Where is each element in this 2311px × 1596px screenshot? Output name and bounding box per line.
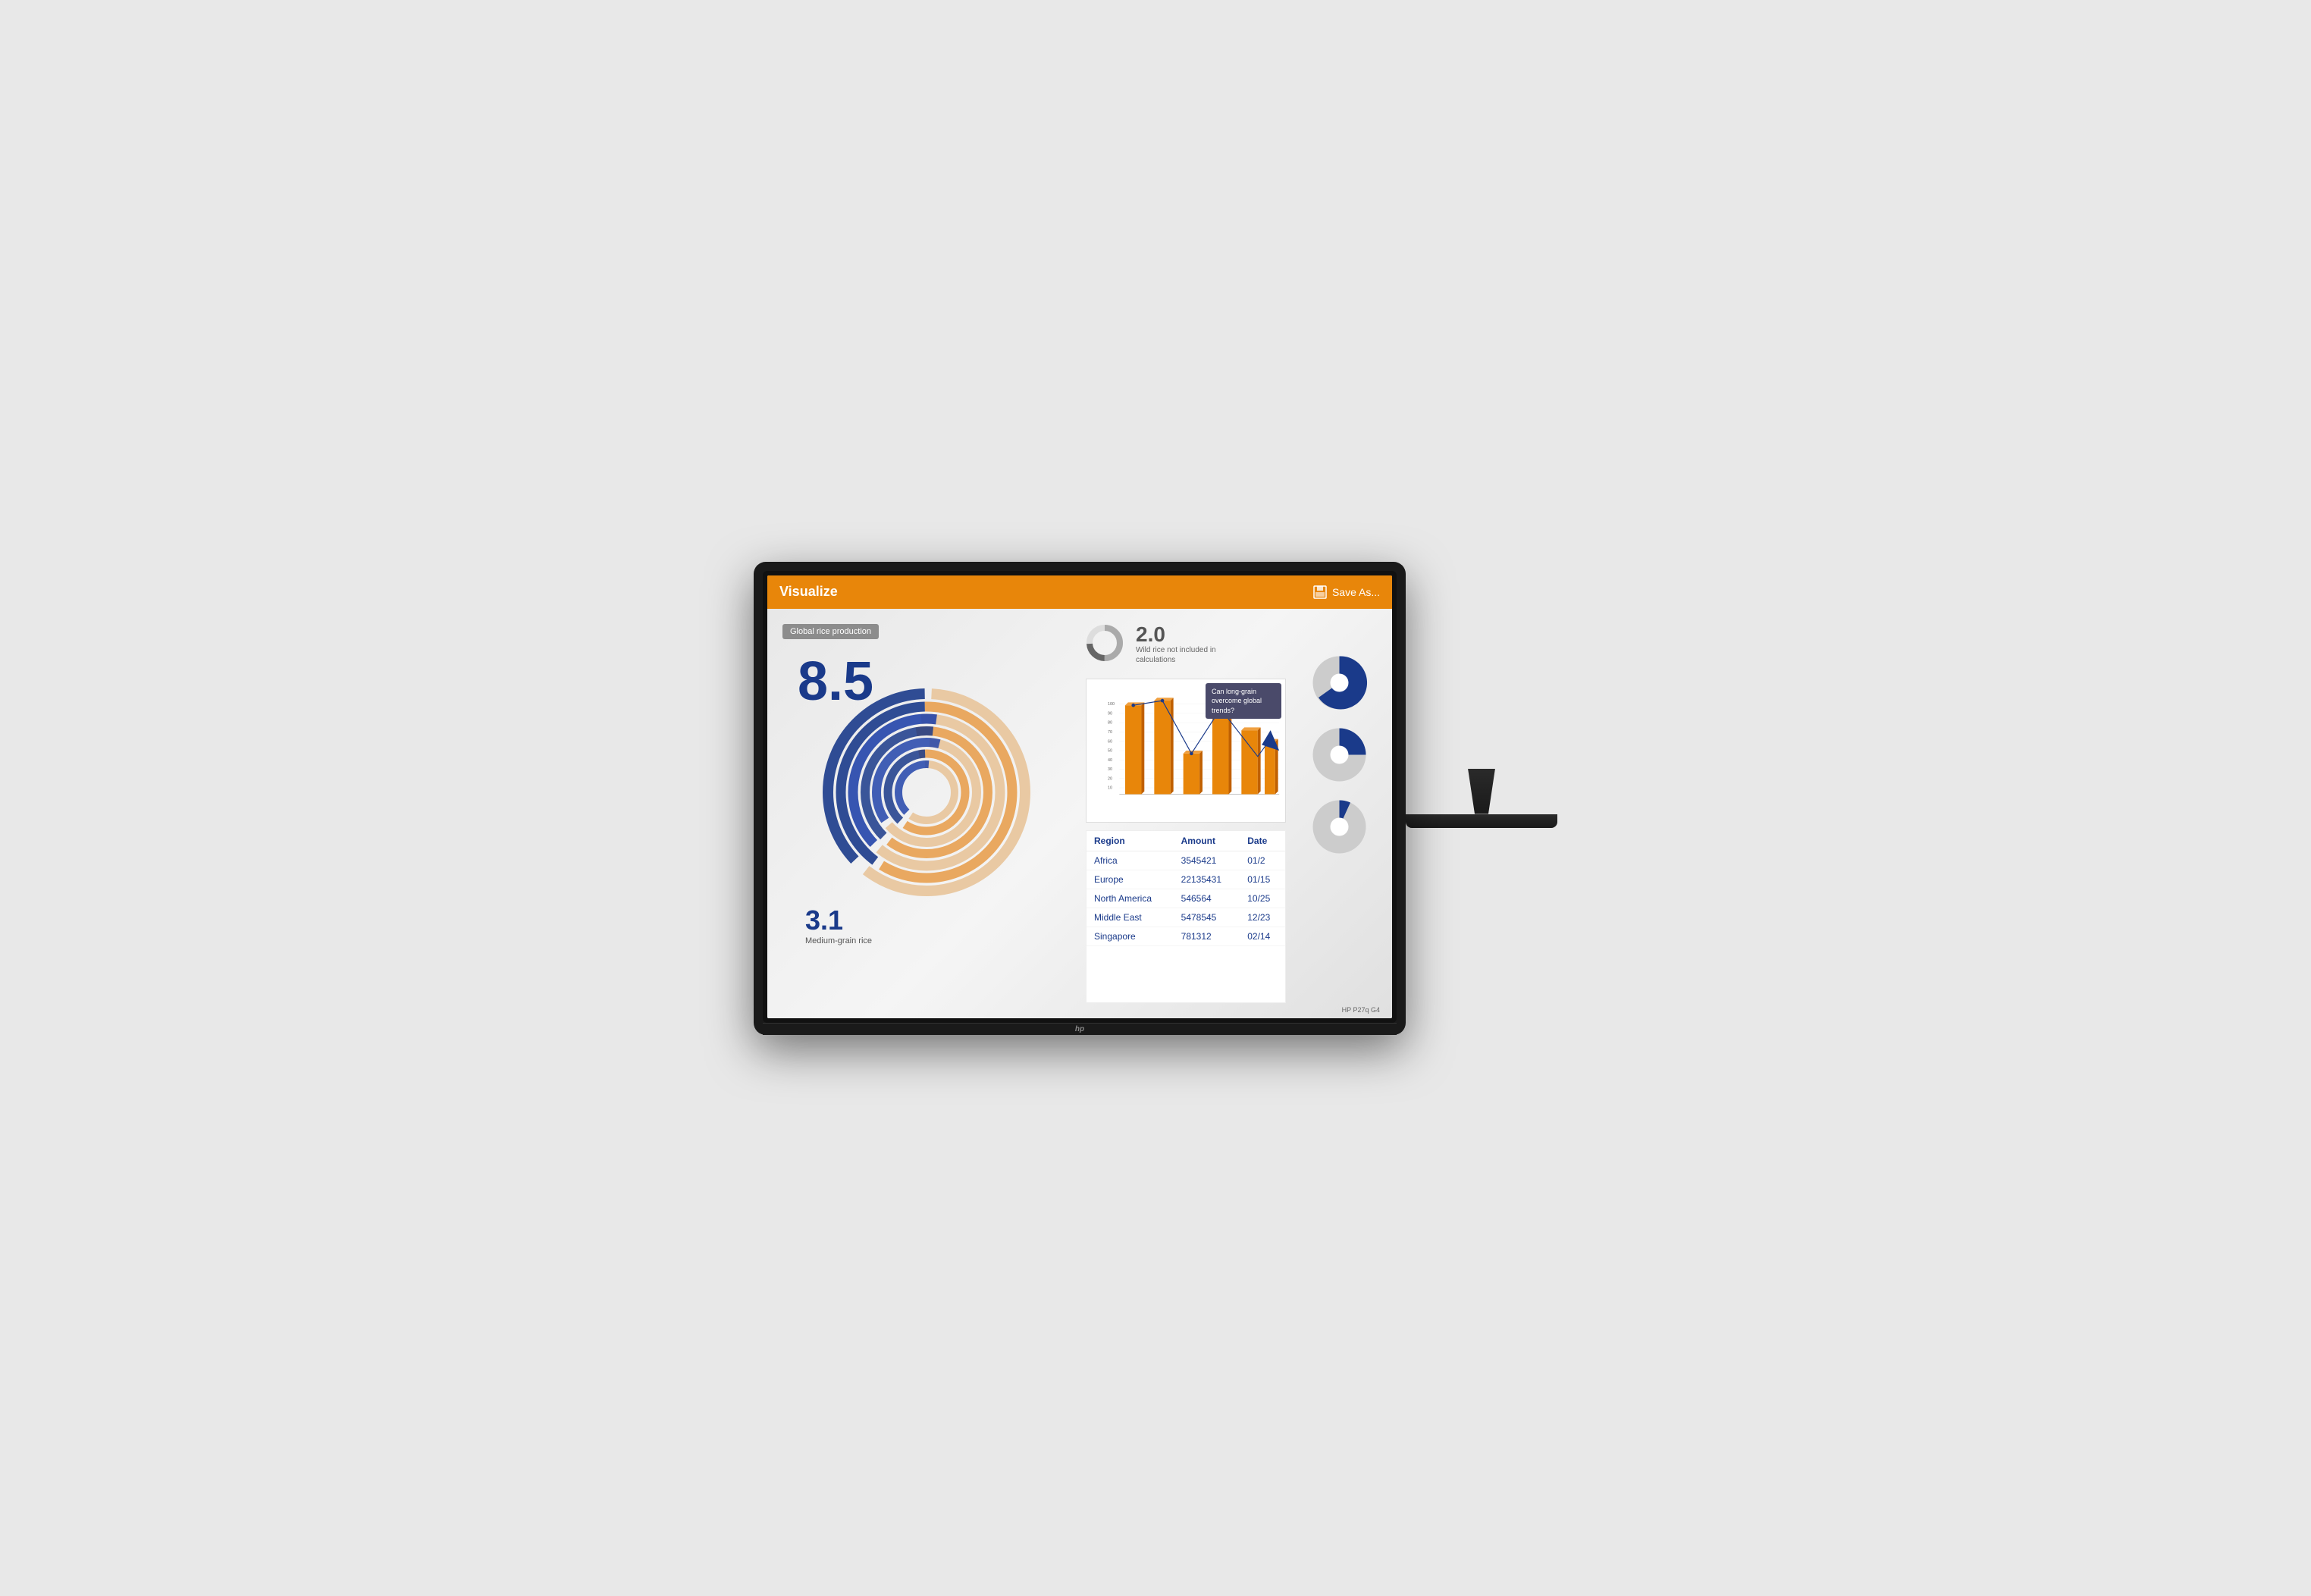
table-cell-amount: 781312 (1174, 927, 1240, 945)
small-number-31: 3.1 (805, 905, 1071, 936)
app-title: Visualize (779, 584, 838, 600)
table-header-date: Date (1240, 831, 1285, 851)
svg-text:60: 60 (1108, 739, 1112, 744)
save-icon (1312, 585, 1328, 600)
table-cell-region: Middle East (1087, 908, 1174, 927)
table-header-amount: Amount (1174, 831, 1240, 851)
donut-chart (820, 686, 1033, 898)
bar-chart-container: Can long-grain overcome global trends? 1… (1086, 679, 1286, 823)
screen: Visualize Save As... Global rice product… (767, 575, 1392, 1018)
svg-text:20: 20 (1108, 776, 1112, 781)
pie-chart-1 (1311, 654, 1368, 711)
svg-text:80: 80 (1108, 720, 1112, 725)
monitor-bottom-bezel: hp (763, 1023, 1397, 1035)
table-cell-region: Singapore (1087, 927, 1174, 945)
data-table: Region Amount Date Africa354542101/2Euro… (1086, 830, 1286, 1003)
kpi-text: 2.0 Wild rice not included in calculatio… (1136, 624, 1227, 665)
svg-text:30: 30 (1108, 767, 1112, 772)
table-cell-amount: 3545421 (1174, 851, 1240, 870)
table-row: Africa354542101/2 (1087, 851, 1285, 870)
pie-chart-3 (1311, 798, 1368, 855)
pie-chart-2 (1311, 726, 1368, 783)
chart-tooltip: Can long-grain overcome global trends? (1206, 683, 1281, 720)
save-as-button[interactable]: Save As... (1312, 585, 1380, 600)
table-row: Europe2213543101/15 (1087, 870, 1285, 889)
kpi-donut-chart (1086, 624, 1124, 662)
left-panel: Global rice production 8.5 (782, 624, 1071, 1003)
monitor: Visualize Save As... Global rice product… (754, 562, 1406, 1035)
right-panel: 2.0 Wild rice not included in calculatio… (1086, 624, 1286, 1003)
save-as-label: Save As... (1332, 586, 1380, 598)
table-cell-date: 12/23 (1240, 908, 1285, 927)
table-row: Middle East547854512/23 (1087, 908, 1285, 927)
table-cell-amount: 5478545 (1174, 908, 1240, 927)
table-header-region: Region (1087, 831, 1174, 851)
screen-bezel: Visualize Save As... Global rice product… (763, 571, 1397, 1023)
medium-grain-label: Medium-grain rice (805, 936, 1071, 945)
app-header: Visualize Save As... (767, 575, 1392, 609)
content-area: Global rice production 8.5 (767, 609, 1392, 1018)
table-cell-date: 02/14 (1240, 927, 1285, 945)
kpi-row: 2.0 Wild rice not included in calculatio… (1086, 624, 1286, 665)
table-cell-region: Africa (1087, 851, 1174, 870)
monitor-model-label: HP P27q G4 (1342, 1006, 1380, 1014)
chart-title-badge: Global rice production (782, 624, 879, 639)
svg-text:70: 70 (1108, 730, 1112, 735)
monitor-stand (1406, 769, 1557, 828)
table-cell-date: 10/25 (1240, 889, 1285, 908)
kpi-description: Wild rice not included in calculations (1136, 645, 1227, 665)
hp-logo: hp (1075, 1025, 1084, 1033)
table-row: Singapore78131202/14 (1087, 927, 1285, 945)
table-cell-region: Europe (1087, 870, 1174, 889)
table-cell-region: North America (1087, 889, 1174, 908)
pie-charts-column (1301, 624, 1377, 1003)
table-cell-date: 01/15 (1240, 870, 1285, 889)
svg-text:50: 50 (1108, 748, 1112, 753)
svg-text:100: 100 (1108, 702, 1115, 707)
monitor-neck (1459, 769, 1504, 814)
table-cell-amount: 546564 (1174, 889, 1240, 908)
svg-text:10: 10 (1108, 785, 1112, 790)
svg-text:90: 90 (1108, 711, 1112, 716)
monitor-base (1406, 814, 1557, 828)
table-cell-amount: 22135431 (1174, 870, 1240, 889)
table-row: North America54656410/25 (1087, 889, 1285, 908)
kpi-number: 2.0 (1136, 624, 1227, 645)
donut-svg (820, 686, 1033, 898)
table-cell-date: 01/2 (1240, 851, 1285, 870)
svg-text:40: 40 (1108, 757, 1112, 762)
